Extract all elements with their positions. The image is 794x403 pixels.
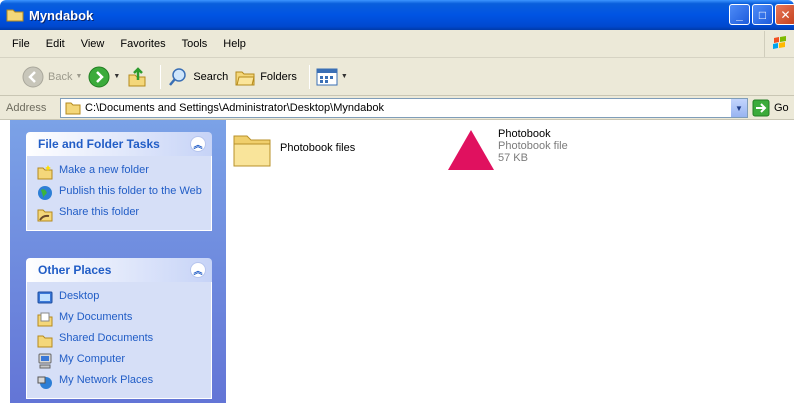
search-icon — [169, 67, 187, 86]
title-bar[interactable]: Myndabok _ □ ✕ — [0, 0, 794, 30]
back-label: Back — [48, 70, 73, 83]
folder-icon — [233, 135, 271, 167]
up-folder-button[interactable] — [126, 66, 148, 88]
file-folder-tasks-title: File and Folder Tasks — [38, 137, 160, 151]
folders-label: Folders — [260, 70, 297, 83]
address-dropdown-icon[interactable]: ▼ — [730, 99, 747, 117]
other-places-title: Other Places — [38, 263, 112, 277]
photobook-file-icon — [448, 130, 494, 170]
share-folder-label: Share this folder — [59, 206, 140, 218]
folder-icon — [65, 102, 81, 115]
my-computer-label: My Computer — [59, 353, 126, 365]
my-computer-link[interactable]: My Computer — [37, 353, 205, 369]
address-bar: Address C:\Documents and Settings\Admini… — [0, 96, 794, 120]
menu-file[interactable]: File — [4, 38, 38, 50]
other-places-panel: Other Places ︽ Desktop My Documents Shar… — [26, 258, 212, 399]
up-folder-icon — [128, 66, 146, 86]
back-button[interactable]: Back ▼ — [22, 66, 82, 88]
views-dropdown-icon[interactable]: ▼ — [341, 73, 348, 80]
forward-button[interactable]: ▼ — [88, 66, 120, 88]
toolbar-separator — [308, 64, 310, 89]
make-new-folder-link[interactable]: Make a new folder — [37, 164, 205, 180]
publish-folder-label: Publish this folder to the Web — [59, 185, 202, 197]
search-label: Search — [193, 70, 229, 83]
new-folder-icon — [37, 165, 53, 180]
forward-arrow-icon — [88, 66, 110, 87]
desktop-icon — [37, 291, 53, 304]
menu-help[interactable]: Help — [215, 38, 254, 50]
other-places-header[interactable]: Other Places ︽ — [26, 258, 212, 282]
network-places-icon — [37, 376, 52, 389]
desktop-link[interactable]: Desktop — [37, 290, 205, 306]
toolbar: Back ▼ ▼ Search Folders ▼ — [0, 58, 794, 96]
views-icon — [316, 68, 338, 85]
my-documents-label: My Documents — [59, 311, 133, 323]
go-button[interactable]: Go — [752, 99, 789, 117]
menu-edit[interactable]: Edit — [38, 38, 73, 50]
back-arrow-icon — [22, 66, 44, 87]
close-button[interactable]: ✕ — [775, 4, 794, 25]
maximize-icon: □ — [758, 7, 767, 22]
file-list-area[interactable]: Photobook files Photobook Photobook file… — [226, 120, 794, 403]
collapse-chevron-icon[interactable]: ︽ — [190, 262, 206, 278]
back-dropdown-icon[interactable]: ▼ — [75, 73, 82, 80]
forward-dropdown-icon[interactable]: ▼ — [113, 73, 120, 80]
file-folder-tasks-panel: File and Folder Tasks ︽ Make a new folde… — [26, 132, 212, 231]
my-documents-icon — [37, 312, 53, 327]
publish-folder-link[interactable]: Publish this folder to the Web — [37, 185, 205, 201]
folder-icon — [6, 9, 24, 22]
address-label: Address — [6, 101, 47, 114]
folder-item-photobook-files[interactable]: Photobook files — [232, 130, 355, 170]
task-pane: File and Folder Tasks ︽ Make a new folde… — [10, 120, 226, 403]
file-folder-tasks-header[interactable]: File and Folder Tasks ︽ — [26, 132, 212, 156]
file-folder-tasks-list: Make a new folder Publish this folder to… — [26, 156, 212, 231]
menu-bar: File Edit View Favorites Tools Help — [0, 30, 794, 58]
go-label: Go — [774, 102, 789, 114]
menu-view[interactable]: View — [73, 38, 113, 50]
globe-icon — [38, 186, 52, 200]
search-button[interactable]: Search — [167, 66, 228, 88]
my-network-places-link[interactable]: My Network Places — [37, 374, 205, 390]
file-item-photobook[interactable]: Photobook Photobook file 57 KB — [446, 128, 568, 172]
file-size: 57 KB — [498, 152, 528, 164]
file-name: Photobook — [498, 128, 551, 140]
my-computer-icon — [38, 353, 52, 369]
folders-button[interactable]: Folders — [234, 66, 297, 88]
menu-tools[interactable]: Tools — [174, 38, 216, 50]
minimize-icon: _ — [736, 7, 743, 22]
collapse-chevron-icon[interactable]: ︽ — [190, 136, 206, 152]
minimize-button[interactable]: _ — [729, 4, 750, 25]
folder-name: Photobook files — [280, 142, 356, 154]
window-title: Myndabok — [29, 7, 94, 23]
my-documents-link[interactable]: My Documents — [37, 311, 205, 327]
address-input[interactable]: C:\Documents and Settings\Administrator\… — [60, 98, 748, 118]
windows-logo-icon — [764, 31, 794, 57]
address-path: C:\Documents and Settings\Administrator\… — [85, 102, 384, 114]
toolbar-separator — [160, 64, 162, 89]
other-places-list: Desktop My Documents Shared Documents My… — [26, 282, 212, 399]
folders-icon — [235, 71, 255, 85]
share-folder-icon — [37, 209, 53, 222]
shared-documents-link[interactable]: Shared Documents — [37, 332, 205, 348]
views-button[interactable]: ▼ — [316, 67, 348, 87]
close-icon: ✕ — [780, 7, 791, 22]
shared-documents-label: Shared Documents — [59, 332, 154, 344]
shared-documents-icon — [37, 335, 53, 348]
share-folder-link[interactable]: Share this folder — [37, 206, 205, 222]
menu-favorites[interactable]: Favorites — [112, 38, 173, 50]
file-details: Photobook Photobook file 57 KB — [498, 128, 568, 164]
go-arrow-icon — [752, 99, 770, 117]
desktop-label: Desktop — [59, 290, 100, 302]
my-network-places-label: My Network Places — [59, 374, 154, 386]
make-new-folder-label: Make a new folder — [59, 164, 149, 176]
maximize-button[interactable]: □ — [752, 4, 773, 25]
file-type: Photobook file — [498, 140, 568, 152]
